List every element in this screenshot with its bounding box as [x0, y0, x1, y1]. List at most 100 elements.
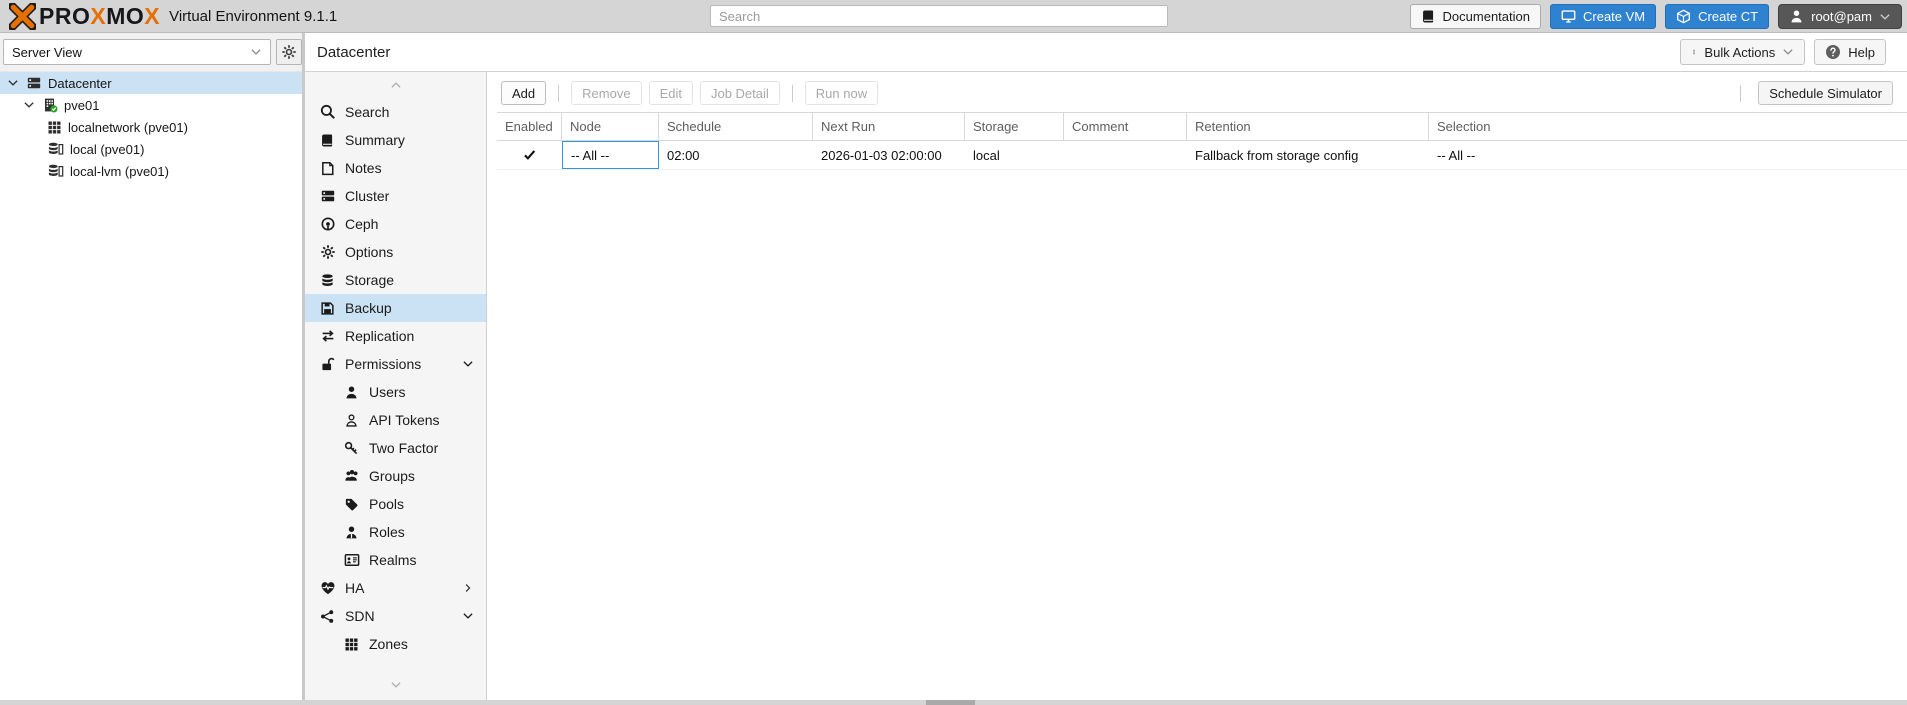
- top-actions: Documentation Create VM Create CT root@p…: [1409, 4, 1902, 29]
- cell-storage[interactable]: local: [965, 141, 1064, 169]
- tree-item-local-lvm[interactable]: local-lvm (pve01): [0, 160, 302, 182]
- nav-item-two-factor[interactable]: Two Factor: [305, 434, 486, 462]
- bulk-actions-button[interactable]: Bulk Actions: [1680, 39, 1806, 65]
- nav-item-roles[interactable]: Roles: [305, 518, 486, 546]
- column-header-node[interactable]: Node: [562, 113, 659, 140]
- resource-tree: Datacenter pve01 localnetwork (pve01) lo…: [0, 72, 302, 700]
- column-header-storage[interactable]: Storage: [965, 113, 1064, 140]
- nav-item-groups[interactable]: Groups: [305, 462, 486, 490]
- view-selector-value: Server View: [12, 44, 82, 60]
- chevron-down-icon: [459, 358, 476, 370]
- user-menu-button[interactable]: root@pam: [1778, 4, 1902, 29]
- proxmox-x-logo-icon: [9, 2, 36, 30]
- scrollbar-thumb[interactable]: [926, 700, 975, 705]
- column-header-schedule[interactable]: Schedule: [659, 113, 813, 140]
- tag-icon: [343, 497, 360, 512]
- chevron-right-icon: [459, 582, 476, 594]
- nav-item-notes[interactable]: Notes: [305, 154, 486, 182]
- tree-item-local[interactable]: local (pve01): [0, 138, 302, 160]
- version-subtitle: Virtual Environment 9.1.1: [169, 7, 338, 25]
- search-input[interactable]: [710, 5, 1168, 27]
- horizontal-scrollbar[interactable]: [0, 700, 1907, 705]
- chevron-up-icon: [389, 79, 403, 91]
- expander-icon[interactable]: [22, 99, 36, 111]
- backup-jobs-grid: Enabled Node Schedule Next Run Storage C…: [497, 112, 1907, 170]
- tree-item-datacenter[interactable]: Datacenter: [0, 72, 302, 94]
- edit-button[interactable]: Edit: [648, 81, 693, 105]
- nav-scroll-up[interactable]: [305, 72, 486, 98]
- nav-item-sdn[interactable]: SDN: [305, 602, 486, 630]
- nav-item-pools[interactable]: Pools: [305, 490, 486, 518]
- nav-item-zones[interactable]: Zones: [305, 630, 486, 658]
- nav-item-cluster[interactable]: Cluster: [305, 182, 486, 210]
- chevron-down-icon: [250, 46, 262, 58]
- nav-item-realms[interactable]: Realms: [305, 546, 486, 574]
- add-button[interactable]: Add: [501, 81, 547, 105]
- run-now-button[interactable]: Run now: [804, 81, 879, 105]
- check-icon: [523, 148, 537, 162]
- schedule-simulator-button[interactable]: Schedule Simulator: [1758, 81, 1893, 105]
- nav-item-search[interactable]: Search: [305, 98, 486, 126]
- column-header-comment[interactable]: Comment: [1064, 113, 1187, 140]
- users-icon: [343, 468, 360, 484]
- nav-item-api-tokens[interactable]: API Tokens: [305, 406, 486, 434]
- storage-disk-icon: [47, 141, 64, 157]
- grid-icon: [343, 637, 360, 652]
- help-button[interactable]: Help: [1814, 39, 1886, 65]
- grid-header: Enabled Node Schedule Next Run Storage C…: [497, 112, 1907, 141]
- monitor-icon: [1561, 9, 1576, 24]
- top-bar: PROXMOX Virtual Environment 9.1.1 Docume…: [0, 0, 1907, 33]
- proxmox-wordmark: PROXMOX: [39, 2, 161, 29]
- key-icon: [343, 441, 360, 456]
- column-header-selection[interactable]: Selection: [1429, 113, 1907, 140]
- nav-item-storage[interactable]: Storage: [305, 266, 486, 294]
- cell-comment[interactable]: [1064, 141, 1187, 169]
- toolbar-right: Schedule Simulator: [1735, 81, 1893, 105]
- create-vm-button[interactable]: Create VM: [1550, 4, 1657, 29]
- role-icon: [343, 525, 360, 540]
- remove-button[interactable]: Remove: [571, 81, 642, 105]
- cell-node[interactable]: -- All --: [562, 141, 659, 169]
- cell-next-run[interactable]: 2026-01-03 02:00:00: [813, 141, 965, 169]
- column-header-retention[interactable]: Retention: [1187, 113, 1429, 140]
- cell-selection[interactable]: -- All --: [1429, 141, 1907, 169]
- nav-item-ceph[interactable]: Ceph: [305, 210, 486, 238]
- cell-enabled[interactable]: [497, 141, 562, 169]
- create-ct-button[interactable]: Create CT: [1665, 4, 1770, 29]
- ceph-icon: [319, 216, 336, 232]
- global-search: [710, 5, 1168, 27]
- nav-item-backup[interactable]: Backup: [305, 294, 486, 322]
- book-icon: [1421, 9, 1436, 24]
- column-header-next-run[interactable]: Next Run: [813, 113, 965, 140]
- nav-item-options[interactable]: Options: [305, 238, 486, 266]
- search-icon: [319, 104, 336, 120]
- job-detail-button[interactable]: Job Detail: [699, 81, 780, 105]
- storage-disk-icon: [47, 163, 64, 179]
- nav-scroll-down[interactable]: [305, 672, 486, 698]
- page-title: Datacenter: [317, 43, 391, 61]
- nav-item-users[interactable]: Users: [305, 378, 486, 406]
- nav-item-ha[interactable]: HA: [305, 574, 486, 602]
- nav-item-permissions[interactable]: Permissions: [305, 350, 486, 378]
- expander-icon[interactable]: [6, 77, 20, 89]
- tree-settings-button[interactable]: [276, 39, 302, 65]
- toolbar-separator: [1740, 84, 1742, 102]
- tree-item-localnetwork[interactable]: localnetwork (pve01): [0, 116, 302, 138]
- unlock-icon: [319, 357, 336, 372]
- gear-icon: [281, 44, 297, 60]
- id-card-icon: [343, 552, 360, 568]
- cell-schedule[interactable]: 02:00: [659, 141, 813, 169]
- cell-retention[interactable]: Fallback from storage config: [1187, 141, 1429, 169]
- column-header-enabled[interactable]: Enabled: [497, 113, 562, 140]
- view-selector-combo[interactable]: Server View: [3, 39, 271, 65]
- tree-item-pve01[interactable]: pve01: [0, 94, 302, 116]
- nav-item-summary[interactable]: Summary: [305, 126, 486, 154]
- sdn-icon: [319, 609, 336, 624]
- nav-item-replication[interactable]: Replication: [305, 322, 486, 350]
- table-row[interactable]: -- All -- 02:00 2026-01-03 02:00:00 loca…: [497, 141, 1907, 170]
- content-header: Datacenter Bulk Actions Help: [305, 33, 1907, 72]
- toolbar-separator: [558, 84, 560, 102]
- view-selector-row: Server View: [0, 33, 302, 72]
- documentation-button[interactable]: Documentation: [1409, 4, 1541, 29]
- backup-icon: [319, 301, 336, 316]
